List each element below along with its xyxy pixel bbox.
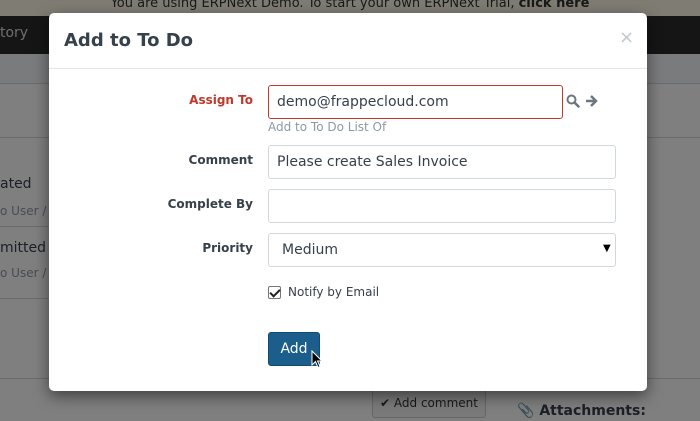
assign-to-input[interactable]: demo@frappecloud.com <box>268 85 563 119</box>
close-icon[interactable]: × <box>619 27 634 48</box>
notify-checkbox[interactable] <box>268 286 281 299</box>
search-icon[interactable] <box>566 94 580 108</box>
comment-label: Comment <box>188 153 253 167</box>
arrow-right-icon[interactable] <box>585 94 599 108</box>
add-to-todo-dialog: Add to To Do × Assign To demo@frappeclou… <box>49 13 647 391</box>
modal-title: Add to To Do <box>64 30 194 51</box>
complete-by-label: Complete By <box>167 197 253 211</box>
priority-label: Priority <box>202 241 253 255</box>
notify-label[interactable]: Notify by Email <box>288 285 379 299</box>
assign-to-label: Assign To <box>189 93 253 107</box>
assign-to-help: Add to To Do List Of <box>268 120 387 134</box>
priority-select[interactable]: Medium <box>268 233 616 267</box>
modal-header: Add to To Do × <box>49 13 647 69</box>
comment-input[interactable]: Please create Sales Invoice <box>268 145 616 179</box>
mouse-cursor-icon <box>311 350 324 369</box>
caret-down-icon[interactable]: ▼ <box>603 243 611 254</box>
complete-by-input[interactable] <box>268 189 616 223</box>
